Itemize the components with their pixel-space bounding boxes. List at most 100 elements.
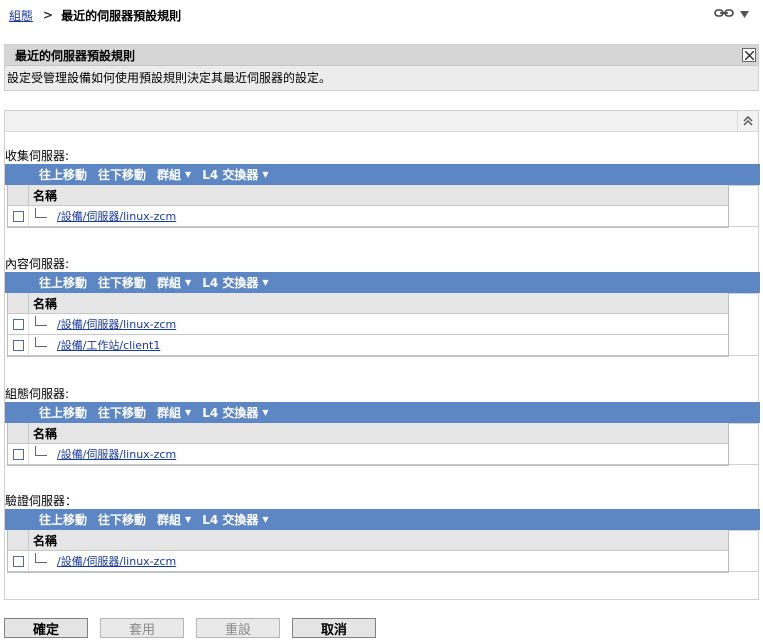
server-grid: 名稱 /設備/伺服器/linux-zcm [7,423,759,466]
row-checkbox[interactable] [12,448,24,460]
group-label: 群組 [157,513,182,527]
collapse-button[interactable] [737,111,758,131]
move-up-button[interactable]: 往上移動 [39,166,87,183]
tree-connector [33,208,51,221]
section-label: 內容伺服器: [5,257,70,271]
table-row: /設備/伺服器/linux-zcm [8,551,728,572]
close-icon [744,50,754,60]
name-column-header: 名稱 [33,296,58,311]
banner-close-button[interactable] [742,48,756,62]
info-banner: 最近的伺服器預設規則 設定受管理設備如何使用預設規則決定其最近伺服器的設定。 [4,44,759,91]
server-link[interactable]: /設備/工作站/client1 [57,337,160,353]
move-up-button[interactable]: 往上移動 [39,274,87,291]
chevron-down-icon[interactable] [740,7,749,21]
server-grid: 名稱 /設備/伺服器/linux-zcm [7,530,759,573]
server-link[interactable]: /設備/伺服器/linux-zcm [57,446,176,462]
chevron-down-icon: ▼ [262,515,269,524]
row-checkbox-cell [8,335,29,355]
server-grid: 名稱 /設備/伺服器/linux-zcm /設備/工作站/client1 [7,293,759,357]
banner-description: 設定受管理設備如何使用預設規則決定其最近伺服器的設定。 [7,71,332,85]
row-checkbox[interactable] [12,339,24,351]
move-down-button[interactable]: 往下移動 [98,511,146,528]
chevron-down-icon: ▼ [185,408,192,417]
configuration-servers-section: 組態伺服器: 往上移動 往下移動 群組 ▼ L4 交換器 ▼ 名稱 /設備/伺服器/… [5,386,760,466]
grid-header: 名稱 [8,185,728,206]
table-row: /設備/伺服器/linux-zcm [8,314,728,335]
section-toolbar: 往上移動 往下移動 群組 ▼ L4 交換器 ▼ [5,272,760,293]
grid-gutter [729,423,759,465]
l4-switch-dropdown[interactable]: L4 交換器 ▼ [202,404,268,421]
page-title: 最近的伺服器預設規則 [61,8,182,23]
link-icon[interactable] [714,7,734,21]
group-dropdown[interactable]: 群組 ▼ [157,274,191,291]
checkbox-column-header [8,293,29,313]
row-checkbox[interactable] [12,210,24,222]
content-servers-section: 內容伺服器: 往上移動 往下移動 群組 ▼ L4 交換器 ▼ 名稱 /設備/伺服器/… [5,256,760,357]
group-dropdown[interactable]: 群組 ▼ [157,511,191,528]
apply-button[interactable]: 套用 [100,618,184,638]
move-up-button[interactable]: 往上移動 [39,511,87,528]
tree-connector [33,316,51,329]
move-down-button[interactable]: 往下移動 [98,404,146,421]
authentication-servers-section: 驗證伺服器： 往上移動 往下移動 群組 ▼ L4 交換器 ▼ 名稱 /設備/伺服器/… [5,493,760,573]
move-down-button[interactable]: 往下移動 [98,166,146,183]
l4-switch-label: L4 交換器 [202,406,259,420]
ok-button[interactable]: 確定 [4,618,88,638]
checkbox-column-header [8,423,29,443]
double-chevron-up-icon [743,116,753,126]
grid-header: 名稱 [8,293,728,314]
section-toolbar: 往上移動 往下移動 群組 ▼ L4 交換器 ▼ [5,509,760,530]
row-checkbox[interactable] [12,555,24,567]
group-label: 群組 [157,276,182,290]
banner-title: 最近的伺服器預設規則 [5,45,758,66]
chevron-down-icon: ▼ [262,170,269,179]
tree-connector [33,337,51,350]
breadcrumb-configuration-link[interactable]: 組態 [9,7,33,24]
grid-header: 名稱 [8,423,728,444]
tree-connector [33,446,51,459]
chevron-down-icon: ▼ [185,170,192,179]
header-icons [714,7,749,21]
grid-gutter [729,530,759,572]
cancel-button[interactable]: 取消 [292,618,376,638]
reset-button[interactable]: 重設 [196,618,280,638]
checkbox-column-header [8,185,29,205]
chevron-down-icon: ▼ [262,408,269,417]
group-dropdown[interactable]: 群組 ▼ [157,166,191,183]
tree-connector [33,553,51,566]
checkbox-column-header [8,530,29,550]
chevron-down-icon: ▼ [185,515,192,524]
group-label: 群組 [157,168,182,182]
section-toolbar: 往上移動 往下移動 群組 ▼ L4 交換器 ▼ [5,164,760,185]
panel-header [5,111,758,132]
name-column-header: 名稱 [33,533,58,548]
group-label: 群組 [157,406,182,420]
server-grid: 名稱 /設備/伺服器/linux-zcm [7,185,759,228]
row-checkbox-cell [8,444,29,464]
server-link[interactable]: /設備/伺服器/linux-zcm [57,553,176,569]
row-checkbox-cell [8,206,29,226]
server-link[interactable]: /設備/伺服器/linux-zcm [57,208,176,224]
name-column-header: 名稱 [33,188,58,203]
move-down-button[interactable]: 往下移動 [98,274,146,291]
breadcrumb: 組態 > 最近的伺服器預設規則 [9,6,181,24]
group-dropdown[interactable]: 群組 ▼ [157,404,191,421]
table-row: /設備/工作站/client1 [8,335,728,356]
action-buttons: 確定 套用 重設 取消 [4,618,376,638]
l4-switch-label: L4 交換器 [202,276,259,290]
section-label: 收集伺服器: [5,149,70,163]
grid-header: 名稱 [8,530,728,551]
row-checkbox-cell [8,551,29,571]
collection-servers-section: 收集伺服器: 往上移動 往下移動 群組 ▼ L4 交換器 ▼ 名稱 /設備/伺服器/… [5,148,760,228]
l4-switch-label: L4 交換器 [202,513,259,527]
l4-switch-dropdown[interactable]: L4 交換器 ▼ [202,166,268,183]
l4-switch-dropdown[interactable]: L4 交換器 ▼ [202,511,268,528]
grid-gutter [729,185,759,227]
row-checkbox[interactable] [12,318,24,330]
l4-switch-label: L4 交換器 [202,168,259,182]
move-up-button[interactable]: 往上移動 [39,404,87,421]
server-link[interactable]: /設備/伺服器/linux-zcm [57,316,176,332]
section-label: 組態伺服器: [5,387,70,401]
l4-switch-dropdown[interactable]: L4 交換器 ▼ [202,274,268,291]
chevron-down-icon: ▼ [262,278,269,287]
